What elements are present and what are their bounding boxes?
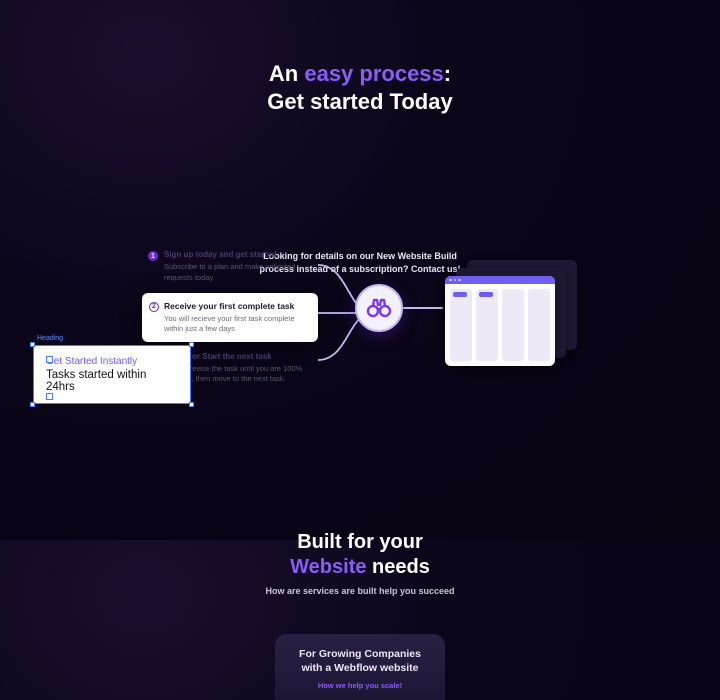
card-subtitle: How we help you scale!	[291, 681, 429, 690]
growing-companies-card[interactable]: For Growing Companies with a Webflow web…	[275, 634, 445, 700]
center-logo	[355, 284, 403, 332]
process-heading: An easy process: Get started Today	[0, 0, 720, 115]
needs-heading: Built for your Website needs	[0, 530, 720, 580]
heading2-line1: Built for your	[297, 531, 423, 553]
kanban-col	[476, 289, 498, 361]
step-desc: Subscribe to a plan and make unlimited r…	[164, 262, 318, 282]
heading-pre: An	[269, 61, 304, 86]
step-title: Sign up today and get started	[164, 250, 318, 260]
kanban-col	[450, 289, 472, 361]
card-title: For Growing Companies with a Webflow web…	[291, 648, 429, 675]
connector-right	[403, 307, 443, 309]
editor-tag-label: Heading	[33, 334, 67, 343]
needs-subtitle: How are services are built help you succ…	[0, 586, 720, 596]
window-stack-graphic	[445, 260, 575, 365]
kanban-col	[502, 289, 524, 361]
step-1[interactable]: 1 Sign up today and get started Subscrib…	[148, 250, 318, 283]
editor-selection[interactable]: Heading Get Started Instantly Tasks star…	[33, 327, 191, 404]
heading2-post: needs	[366, 556, 429, 578]
step-title: Receive your first complete task	[164, 301, 308, 312]
step-number: 1	[148, 251, 158, 261]
heading-post: :	[444, 61, 451, 86]
step-number: 2	[149, 302, 159, 312]
window-card-front	[445, 276, 555, 366]
heading-highlight: easy process	[304, 61, 443, 86]
window-titlebar	[445, 276, 555, 284]
binoculars-icon	[366, 298, 392, 318]
editor-card-subtitle: Get Started Instantly	[46, 356, 178, 367]
kanban-col	[528, 289, 550, 361]
editor-card-title: Tasks started within 24hrs	[46, 369, 178, 393]
editor-card[interactable]: Get Started Instantly Tasks started with…	[33, 345, 191, 404]
heading-line2: Get started Today	[267, 89, 452, 114]
heading2-highlight: Website	[290, 556, 366, 578]
